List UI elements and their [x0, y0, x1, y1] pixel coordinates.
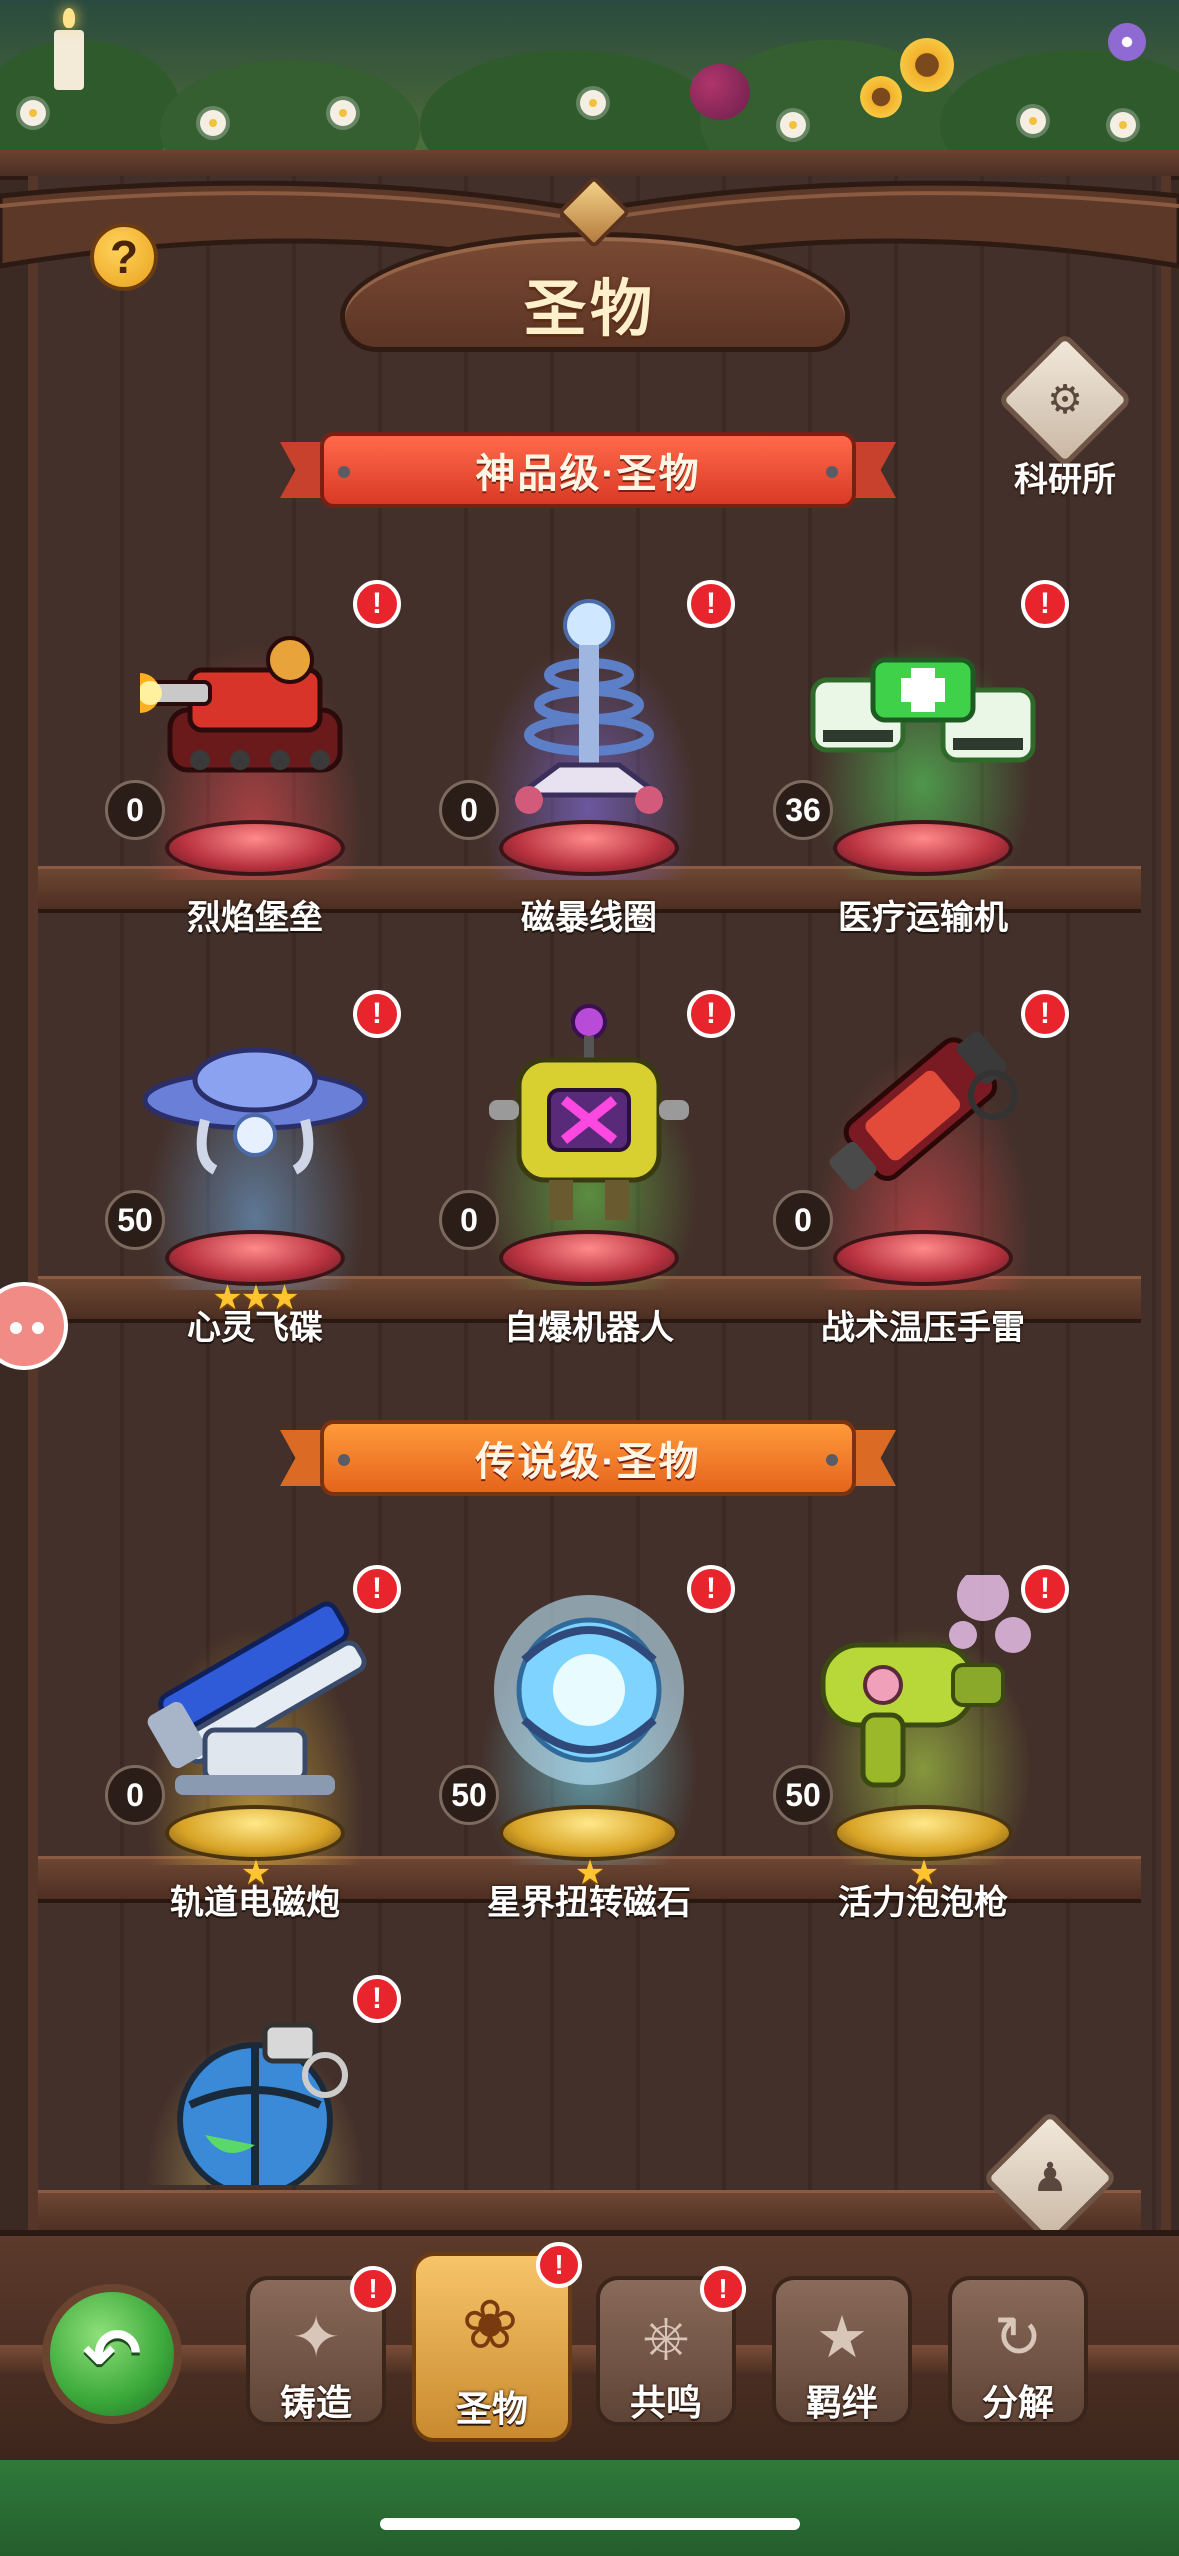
bubble-gun-icon	[803, 1575, 1043, 1815]
robot-icon	[469, 1000, 709, 1240]
relic-name: 磁暴线圈	[521, 899, 657, 937]
alert-badge-icon: !	[353, 580, 401, 628]
research-lab-button[interactable]: ⚙ 科研所	[997, 332, 1133, 501]
relic-card-magnetic-coil[interactable]: 0 ! 磁暴线圈	[419, 550, 759, 950]
divine-tier-title: 神品级·圣物	[320, 432, 856, 508]
alert-badge-icon: !	[687, 990, 735, 1038]
tab-label: 铸造	[279, 2382, 352, 2423]
alert-badge-icon: !	[350, 2266, 396, 2312]
relic-name: 轨道电磁炮	[170, 1884, 340, 1922]
chess-pieces-icon: ♟	[1032, 2156, 1068, 2200]
tab-forge[interactable]: ✦ 铸造 !	[246, 2266, 396, 2426]
tank-icon	[135, 590, 375, 830]
divine-tier-banner: 神品级·圣物	[280, 432, 896, 508]
bond-icon: ★	[816, 2305, 868, 2370]
alert-badge-icon: !	[687, 580, 735, 628]
tab-relic[interactable]: ❀ 圣物 !	[412, 2242, 582, 2442]
relic-count: 0	[439, 1190, 499, 1250]
rover-icon: ⚙	[1047, 378, 1083, 422]
resonance-icon: ⎈	[642, 2304, 690, 2369]
alert-badge-icon: !	[353, 1565, 401, 1613]
purple-flower-icon	[1105, 20, 1149, 64]
back-button[interactable]: ↶	[42, 2284, 182, 2424]
question-icon: ?	[109, 231, 139, 283]
alert-badge-icon: !	[700, 2266, 746, 2312]
sunflower-icon	[900, 38, 954, 92]
alert-badge-icon: !	[1021, 580, 1069, 628]
forge-icon: ✦	[291, 2305, 341, 2370]
relic-count: 50	[105, 1190, 165, 1250]
tab-label: 圣物	[455, 2388, 528, 2429]
alert-badge-icon: !	[353, 990, 401, 1038]
relic-card-bubble-gun[interactable]: 50 ! ★ 活力泡泡枪	[753, 1535, 1093, 1935]
medical-aircraft-icon	[803, 590, 1043, 830]
tab-label: 共鸣	[629, 2382, 702, 2423]
relic-count: 0	[773, 1190, 833, 1250]
relic-card-flame-fortress[interactable]: 0 ! 烈焰堡垒	[85, 550, 425, 950]
relic-name: 心灵飞碟	[187, 1309, 323, 1347]
page-title: 圣物	[523, 275, 656, 344]
legendary-tier-title: 传说级·圣物	[320, 1420, 856, 1496]
alert-badge-icon: !	[536, 2242, 582, 2288]
relic-name: 自爆机器人	[504, 1309, 674, 1347]
alert-badge-icon: !	[1021, 1565, 1069, 1613]
tab-decompose[interactable]: ↻ 分解	[948, 2276, 1088, 2426]
top-scenery	[0, 0, 1179, 160]
alert-badge-icon: !	[353, 1975, 401, 2023]
alert-badge-icon: !	[1021, 990, 1069, 1038]
relic-name: 医疗运输机	[838, 899, 1008, 937]
back-arrow-icon: ↶	[82, 2315, 142, 2393]
tab-label: 分解	[981, 2382, 1054, 2423]
relic-card-psychic-ufo[interactable]: 50 ! ★★★ 心灵飞碟	[85, 960, 425, 1360]
alert-badge-icon: !	[687, 1565, 735, 1613]
apple-icon	[690, 64, 750, 120]
relic-card-medical-transport[interactable]: 36 ! 医疗运输机	[753, 550, 1093, 950]
relic-card-self-destruct-robot[interactable]: 0 ! 自爆机器人	[419, 960, 759, 1360]
home-indicator[interactable]	[380, 2518, 800, 2530]
tab-label: 羁绊	[805, 2382, 878, 2423]
ufo-icon	[135, 1000, 375, 1240]
relic-count: 0	[105, 780, 165, 840]
help-button[interactable]: ?	[90, 223, 158, 291]
relic-count: 0	[105, 1765, 165, 1825]
tab-bond[interactable]: ★ 羁绊	[772, 2276, 912, 2426]
grenade-icon	[135, 1985, 375, 2185]
legendary-tier-banner: 传说级·圣物	[280, 1420, 896, 1496]
relic-count: 36	[773, 780, 833, 840]
energy-orb-icon	[469, 1575, 709, 1815]
relic-icon: ❀	[461, 2286, 519, 2363]
relic-name: 星界扭转磁石	[487, 1884, 691, 1922]
decompose-icon: ↻	[993, 2305, 1043, 2370]
relic-name: 烈焰堡垒	[187, 899, 323, 937]
relic-count: 50	[439, 1765, 499, 1825]
candle-icon	[54, 8, 84, 90]
railgun-icon	[135, 1575, 375, 1815]
sunflower-icon	[860, 76, 902, 118]
relic-name: 活力泡泡枪	[838, 1884, 1008, 1922]
tesla-coil-icon	[469, 590, 709, 830]
grenade-launcher-icon	[803, 1000, 1043, 1240]
relic-name: 战术温压手雷	[821, 1309, 1025, 1347]
relic-count: 50	[773, 1765, 833, 1825]
relic-card-rainbow-grenade[interactable]: !	[85, 1945, 425, 2185]
relic-count: 0	[439, 780, 499, 840]
footer-grass	[0, 2460, 1179, 2556]
tab-resonance[interactable]: ⎈ 共鸣 !	[596, 2266, 746, 2426]
relic-card-orbital-railgun[interactable]: 0 ! ★ 轨道电磁炮	[85, 1535, 425, 1935]
relic-card-thermobaric-grenade[interactable]: 0 ! 战术温压手雷	[753, 960, 1093, 1360]
relic-card-astral-magnet[interactable]: 50 ! ★ 星界扭转磁石	[419, 1535, 759, 1935]
